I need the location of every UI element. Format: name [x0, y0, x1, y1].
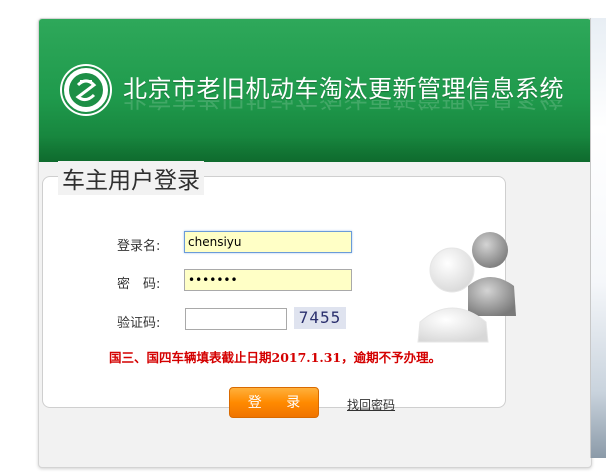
- login-heading: 车主用户登录: [58, 161, 204, 195]
- captcha-label: 验证码:: [117, 316, 161, 331]
- user-avatar-icon: [417, 232, 516, 343]
- captcha-image[interactable]: 7455: [294, 307, 346, 329]
- system-title: 北京市老旧机动车淘汰更新管理信息系统: [123, 75, 564, 103]
- right-background-strip: [590, 18, 606, 458]
- shield-logo-icon: [60, 64, 112, 116]
- username-label: 登录名:: [117, 239, 161, 254]
- username-input[interactable]: [184, 231, 352, 253]
- captcha-input[interactable]: [185, 308, 287, 330]
- password-input[interactable]: [184, 269, 352, 291]
- system-title-reflection: 北京市老旧机动车淘汰更新管理信息系统: [123, 100, 564, 118]
- password-label: 密 码:: [117, 277, 161, 292]
- deadline-notice: 国三、国四车辆填表截止日期2017.1.31，逾期不予办理。: [109, 350, 442, 365]
- login-button[interactable]: 登 录: [229, 387, 319, 418]
- forgot-password-link[interactable]: 找回密码: [347, 396, 395, 413]
- header-banner: 北京市老旧机动车淘汰更新管理信息系统 北京市老旧机动车淘汰更新管理信息系统: [39, 19, 591, 162]
